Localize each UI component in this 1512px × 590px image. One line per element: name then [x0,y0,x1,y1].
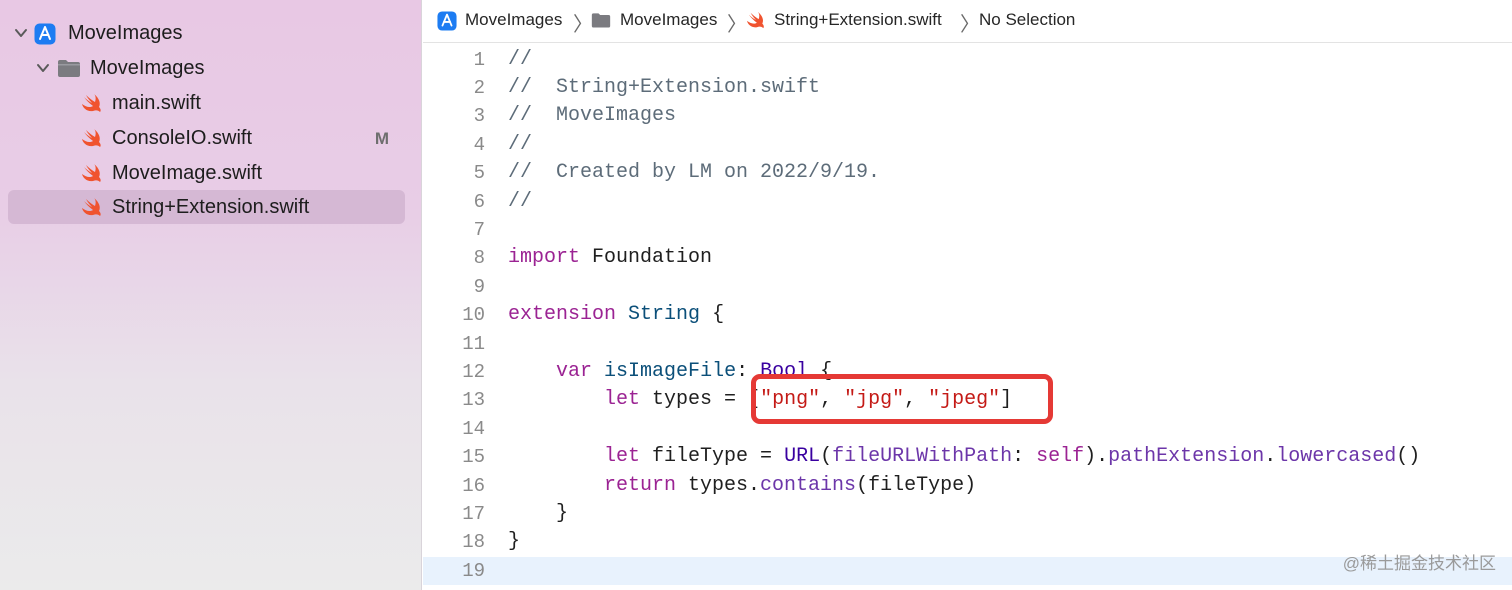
watermark: @稀土掘金技术社区 [1342,554,1496,573]
code-line: 4 // [423,131,1512,159]
line-number: 11 [462,333,485,355]
tree-item-label: String+Extension.swift [112,196,310,218]
line-number: 3 [473,105,485,127]
tree-item-project[interactable]: MoveImages [8,16,405,50]
code-text: let fileType = URL(fileURLWithPath: self… [604,445,1421,468]
chevron-down-icon[interactable] [14,26,28,40]
folder-icon [57,58,80,78]
line-number: 10 [462,304,485,326]
line-number: 5 [473,162,485,184]
line-number: 15 [462,446,485,468]
tree-item-file-main[interactable]: main.swift [8,86,405,120]
line-number: 7 [473,219,485,241]
tree-item-group[interactable]: MoveImages [8,51,405,85]
swift-file-icon [81,163,103,183]
code-text: return types.contains(fileType) [604,474,977,497]
code-line: 3 // MoveImages [423,102,1512,130]
code-line: 1 // [423,46,1512,74]
line-number: 19 [462,560,485,582]
tree-item-file-string-extension[interactable]: String+Extension.swift [8,190,405,224]
code-line: 11 [423,330,1512,358]
breadcrumb-group[interactable]: MoveImages [620,10,717,30]
code-text: // [508,190,533,213]
code-text: // [508,133,533,156]
folder-icon [591,11,611,30]
chevron-down-icon[interactable] [36,61,50,75]
code-line: 6 // [423,188,1512,216]
code-text: import Foundation [508,246,713,269]
swift-file-icon [81,93,103,113]
code-line: 16 return types.contains(fileType) [423,472,1512,500]
line-number: 14 [462,418,485,440]
annotation-highlight-box [751,374,1053,424]
source-editor: MoveImages 〉 MoveImages 〉 String+Extensi… [423,0,1512,590]
code-line: 2 // String+Extension.swift [423,74,1512,102]
line-number: 8 [473,247,485,269]
line-number: 12 [462,361,485,383]
breadcrumb-project[interactable]: MoveImages [465,10,562,30]
tree-item-label: ConsoleIO.swift [112,127,253,149]
code-line: 15 let fileType = URL(fileURLWithPath: s… [423,443,1512,471]
tree-item-label: MoveImages [68,22,183,44]
code-text: } [508,502,569,525]
tree-item-label: MoveImages [90,57,205,79]
tree-item-label: main.swift [112,92,201,114]
tree-item-file-consoleio[interactable]: ConsoleIO.swift M [8,121,405,155]
code-line: 10 extension String { [423,301,1512,329]
app-project-icon [34,23,56,45]
chevron-right-icon: 〉 [960,14,980,36]
code-text: // [508,48,533,71]
chevron-right-icon: 〉 [727,14,747,36]
code-text: } [508,530,521,553]
line-number: 18 [462,531,485,553]
swift-file-icon [81,128,103,148]
line-number: 17 [462,503,485,525]
line-number: 16 [462,475,485,497]
line-number: 13 [462,389,485,411]
code-line: 8 import Foundation [423,244,1512,272]
code-line: 7 [423,216,1512,244]
line-number: 1 [473,49,485,71]
line-number: 6 [473,191,485,213]
tree-item-file-moveimage[interactable]: MoveImage.swift [8,156,405,190]
code-text: extension String { [508,303,725,326]
breadcrumb-symbol[interactable]: No Selection [979,10,1075,30]
code-text: // String+Extension.swift [508,76,821,99]
swift-file-icon [746,11,766,30]
breadcrumb-file[interactable]: String+Extension.swift [774,10,942,30]
line-number: 2 [473,77,485,99]
app-project-icon [437,11,457,31]
line-number: 9 [473,276,485,298]
line-number: 4 [473,134,485,156]
project-navigator: MoveImages MoveImages main.swift Console… [0,0,422,590]
modified-badge: M [374,129,389,148]
code-text: // Created by LM on 2022/9/19. [508,161,881,184]
swift-file-icon [81,197,103,217]
code-line: 5 // Created by LM on 2022/9/19. [423,159,1512,187]
jump-bar: MoveImages 〉 MoveImages 〉 String+Extensi… [423,0,1512,43]
code-text: // MoveImages [508,104,677,127]
chevron-right-icon: 〉 [573,14,593,36]
code-line: 9 [423,273,1512,301]
code-line: 17 } [423,500,1512,528]
tree-item-label: MoveImage.swift [112,162,263,184]
